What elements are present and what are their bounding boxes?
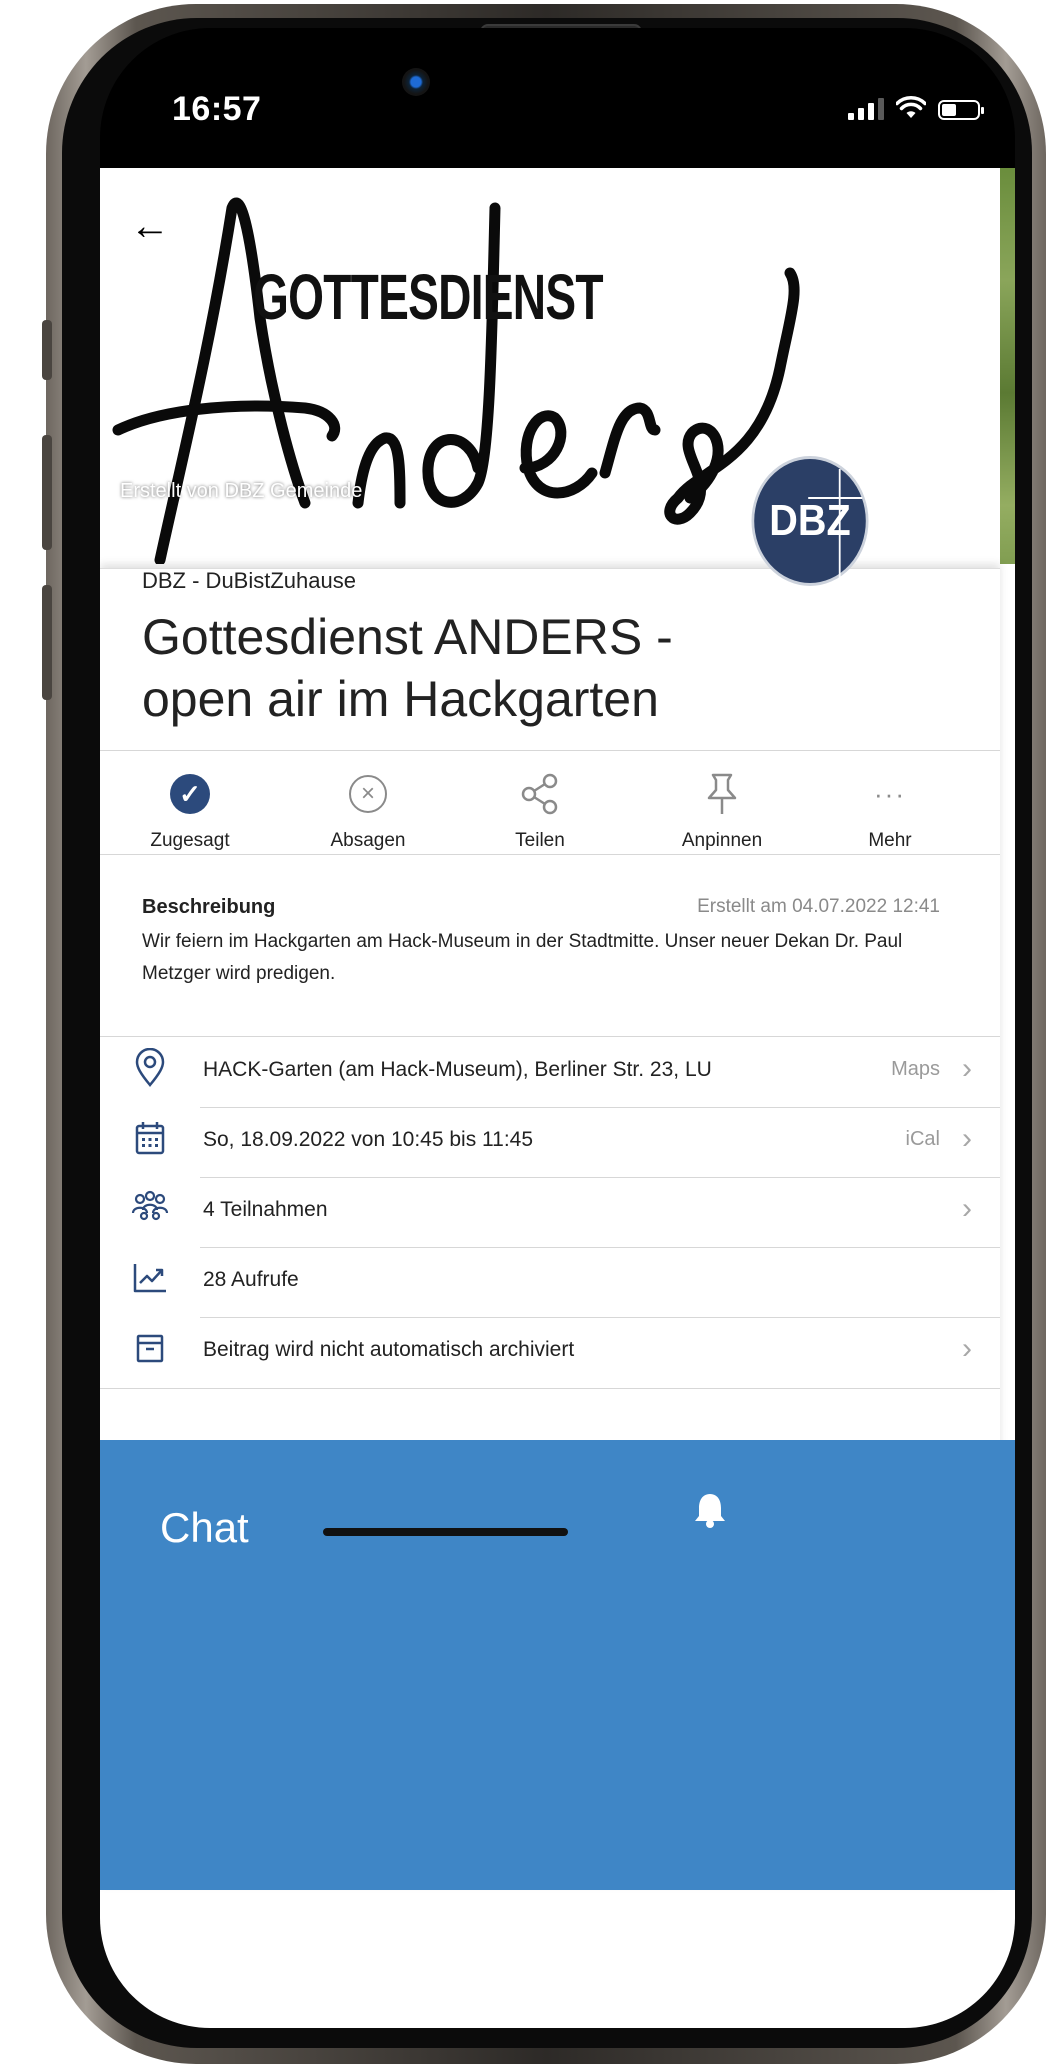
- group-name[interactable]: DBZ - DuBistZuhause: [142, 568, 356, 594]
- location-text: HACK-Garten (am Hack-Museum), Berliner S…: [203, 1058, 712, 1081]
- battery-icon: [938, 100, 984, 120]
- info-row-location[interactable]: HACK-Garten (am Hack-Museum), Berliner S…: [100, 1038, 1000, 1108]
- action-label: Absagen: [330, 830, 406, 851]
- participants-text: 4 Teilnahmen: [203, 1198, 328, 1221]
- pin-icon: [707, 773, 737, 814]
- info-row-views: 28 Aufrufe: [100, 1248, 1000, 1318]
- location-pin-icon: [135, 1048, 165, 1087]
- info-row-participants[interactable]: 4 Teilnahmen ›: [100, 1178, 1000, 1248]
- wifi-icon: [896, 96, 926, 118]
- x-circle-icon: ×: [349, 775, 387, 813]
- action-label: Teilen: [515, 830, 565, 851]
- volume-down-button: [42, 585, 52, 700]
- action-zugesagt[interactable]: ✓ Zugesagt: [120, 770, 260, 852]
- action-absagen[interactable]: × Absagen: [298, 770, 438, 852]
- info-row-date[interactable]: So, 18.09.2022 von 10:45 bis 11:45 iCal …: [100, 1108, 1000, 1178]
- views-text: 28 Aufrufe: [203, 1268, 299, 1291]
- screen: 16:57 GOTTESDIENST ← Erstellt von DBZ Ge…: [100, 28, 1015, 2028]
- home-indicator[interactable]: [323, 1528, 568, 1536]
- divider: [100, 854, 1000, 855]
- created-date: Erstellt am 04.07.2022 12:41: [697, 896, 940, 917]
- archive-text: Beitrag wird nicht automatisch archivier…: [203, 1338, 575, 1361]
- hero-photo-edge: [1000, 168, 1015, 564]
- description-text: Wir feiern im Hackgarten am Hack-Museum …: [142, 931, 903, 984]
- action-anpinnen[interactable]: Anpinnen: [652, 770, 792, 852]
- ical-link[interactable]: iCal: [906, 1128, 940, 1151]
- date-text: So, 18.09.2022 von 10:45 bis 11:45: [203, 1128, 534, 1151]
- status-icons: [848, 96, 984, 120]
- description-label: Beschreibung: [142, 896, 276, 918]
- silent-switch: [42, 320, 52, 380]
- divider: [100, 750, 1000, 751]
- group-logo[interactable]: DBZ: [751, 456, 869, 586]
- bell-icon[interactable]: [690, 1490, 730, 1530]
- volume-up-button: [42, 435, 52, 550]
- calendar-icon: [135, 1122, 165, 1155]
- action-label: Zugesagt: [150, 830, 230, 851]
- chat-tab[interactable]: Chat: [160, 1504, 249, 1552]
- trending-chart-icon: [133, 1264, 166, 1293]
- action-label: Anpinnen: [681, 830, 763, 851]
- post-title: Gottesdienst ANDERS - open air im Hackga…: [142, 609, 673, 727]
- maps-link[interactable]: Maps: [891, 1058, 940, 1081]
- share-icon: [521, 773, 558, 815]
- status-time: 16:57: [172, 90, 262, 128]
- chevron-right-icon: ›: [962, 1332, 972, 1365]
- archive-icon: [136, 1334, 164, 1363]
- back-arrow-icon[interactable]: ←: [130, 204, 170, 249]
- divider: [100, 1036, 1000, 1037]
- action-teilen[interactable]: Teilen: [470, 770, 610, 852]
- action-label: Mehr: [868, 830, 912, 851]
- chevron-right-icon: ›: [962, 1052, 972, 1085]
- chevron-right-icon: ›: [962, 1192, 972, 1225]
- more-icon: ···: [874, 778, 906, 809]
- people-icon: [131, 1190, 169, 1221]
- front-camera: [402, 68, 430, 96]
- action-bar: ✓ Zugesagt × Absagen Teilen Anpinnen ···…: [100, 770, 1000, 870]
- info-row-archive[interactable]: Beitrag wird nicht automatisch archivier…: [100, 1318, 1000, 1388]
- signal-icon: [848, 98, 884, 120]
- chevron-right-icon: ›: [962, 1122, 972, 1155]
- image-credit: Erstellt von DBZ Gemeinde: [120, 480, 363, 502]
- action-mehr[interactable]: ··· Mehr: [820, 770, 960, 852]
- hero-heading-gottesdienst: GOTTESDIENST: [253, 261, 604, 333]
- hero-image: GOTTESDIENST: [100, 168, 1015, 564]
- divider: [100, 1388, 1000, 1389]
- check-circle-icon: ✓: [170, 774, 210, 814]
